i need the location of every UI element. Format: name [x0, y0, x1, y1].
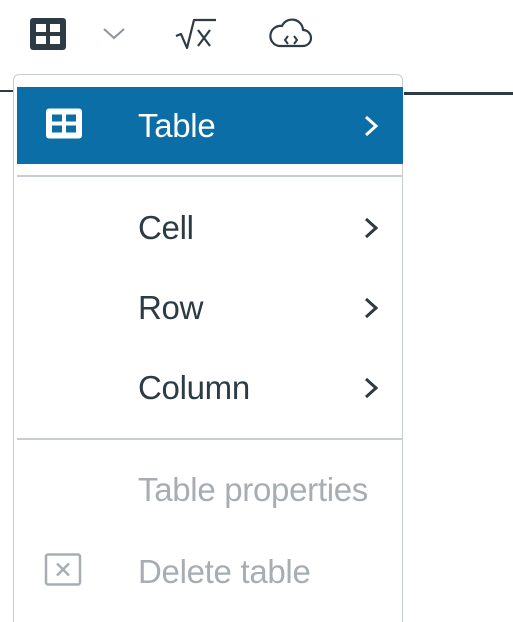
delete-table-icon: [44, 553, 82, 592]
toolbar-divider: [0, 90, 14, 92]
menu-item-row[interactable]: Row: [14, 270, 402, 346]
toolbar-divider: [404, 92, 513, 95]
menu-item-label: Table properties: [138, 471, 369, 508]
chevron-right-icon: [364, 115, 379, 136]
table-button[interactable]: [28, 16, 68, 52]
menu-item-label: Table: [138, 106, 216, 144]
menu-item-label: Column: [138, 369, 250, 406]
chevron-right-icon: [364, 297, 379, 319]
cloud-embed-icon: [269, 18, 313, 48]
menu-item-table[interactable]: Table: [17, 87, 403, 164]
menu-item-table-properties[interactable]: Table properties: [14, 450, 402, 530]
menu-divider: [17, 438, 403, 440]
menu-item-label: Row: [138, 289, 204, 326]
table-grid-icon: [30, 18, 66, 50]
square-root-icon: [175, 18, 216, 50]
chevron-right-icon: [364, 217, 379, 239]
table-dropdown-toggle[interactable]: [100, 20, 128, 48]
chevron-right-icon: [364, 377, 379, 399]
menu-item-delete-table[interactable]: Delete table: [14, 532, 402, 612]
chevron-down-icon: [103, 28, 125, 40]
equation-button[interactable]: [172, 14, 220, 54]
editor-toolbar: [0, 0, 513, 72]
table-grid-icon: [44, 106, 84, 145]
menu-divider: [17, 175, 403, 177]
menu-item-cell[interactable]: Cell: [14, 190, 402, 266]
menu-item-column[interactable]: Column: [14, 350, 402, 426]
table-dropdown-menu: Table Cell Row Column Table properties D…: [13, 74, 403, 622]
menu-item-label: Delete table: [138, 553, 311, 590]
embed-button[interactable]: [266, 12, 316, 56]
menu-item-label: Cell: [138, 209, 194, 246]
